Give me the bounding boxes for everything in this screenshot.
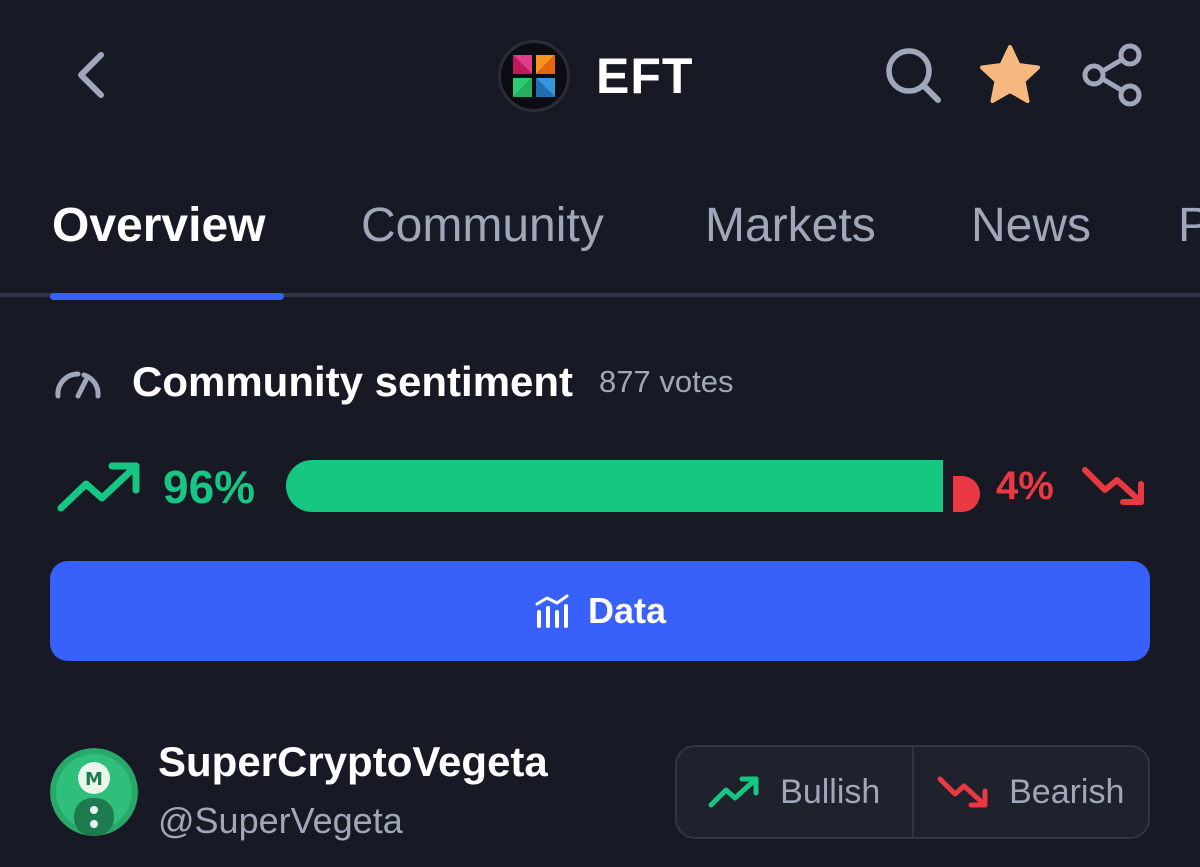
- sentiment-title: Community sentiment: [132, 358, 574, 405]
- svg-text:M: M: [85, 769, 103, 790]
- bullish-bar-fill: [286, 460, 943, 512]
- vote-count: 877 votes: [599, 364, 734, 399]
- sentiment-bar: [286, 460, 980, 512]
- bullish-percent: 96%: [163, 461, 256, 513]
- tab-bar: Overview Community Markets News P: [0, 180, 1200, 300]
- watchlist-star-button[interactable]: [977, 42, 1043, 108]
- star-icon: [980, 45, 1040, 103]
- coin-title-group: EFT: [498, 40, 693, 112]
- post-author-handle: @SuperVegeta: [158, 800, 403, 841]
- bearish-button[interactable]: Bearish: [911, 747, 1149, 837]
- trending-down-icon: [1082, 467, 1144, 505]
- share-icon: [1082, 43, 1142, 107]
- bullish-label: Bullish: [780, 772, 881, 811]
- bullish-button[interactable]: Bullish: [677, 747, 912, 837]
- bar-chart-icon: [535, 594, 569, 628]
- sentiment-header: Community sentiment 877 votes: [52, 352, 733, 412]
- bearish-label: Bearish: [1009, 772, 1125, 811]
- avatar-image: M: [50, 748, 138, 836]
- tab-truncated[interactable]: P: [1178, 198, 1200, 253]
- coin-title: EFT: [596, 48, 694, 104]
- bearish-percent: 4%: [996, 464, 1054, 508]
- sentiment-bar-row: 96% 4%: [56, 456, 1146, 516]
- data-button[interactable]: Data: [50, 561, 1150, 661]
- trending-up-icon: [708, 776, 759, 808]
- search-icon: [886, 48, 941, 103]
- back-button[interactable]: [60, 45, 120, 105]
- gauge-icon: [55, 371, 101, 399]
- tab-community[interactable]: Community: [361, 198, 604, 253]
- tab-overview[interactable]: Overview: [52, 198, 265, 253]
- post-author-name[interactable]: SuperCryptoVegeta: [158, 738, 548, 786]
- tab-news[interactable]: News: [971, 198, 1091, 253]
- trending-down-icon: [937, 776, 988, 808]
- data-button-label: Data: [587, 590, 667, 631]
- vote-toggle-group: Bullish Bearish: [675, 745, 1150, 839]
- chevron-left-icon: [78, 52, 104, 98]
- search-button[interactable]: [880, 42, 946, 108]
- trending-up-icon: [57, 462, 140, 512]
- share-button[interactable]: [1080, 42, 1146, 108]
- eft-logo-icon: [513, 55, 555, 97]
- active-tab-indicator: [50, 293, 284, 300]
- top-bar: EFT: [0, 0, 1200, 150]
- coin-logo: [498, 40, 570, 112]
- tab-markets[interactable]: Markets: [705, 198, 876, 253]
- bearish-bar-fill: [953, 476, 980, 512]
- avatar[interactable]: M: [50, 748, 138, 836]
